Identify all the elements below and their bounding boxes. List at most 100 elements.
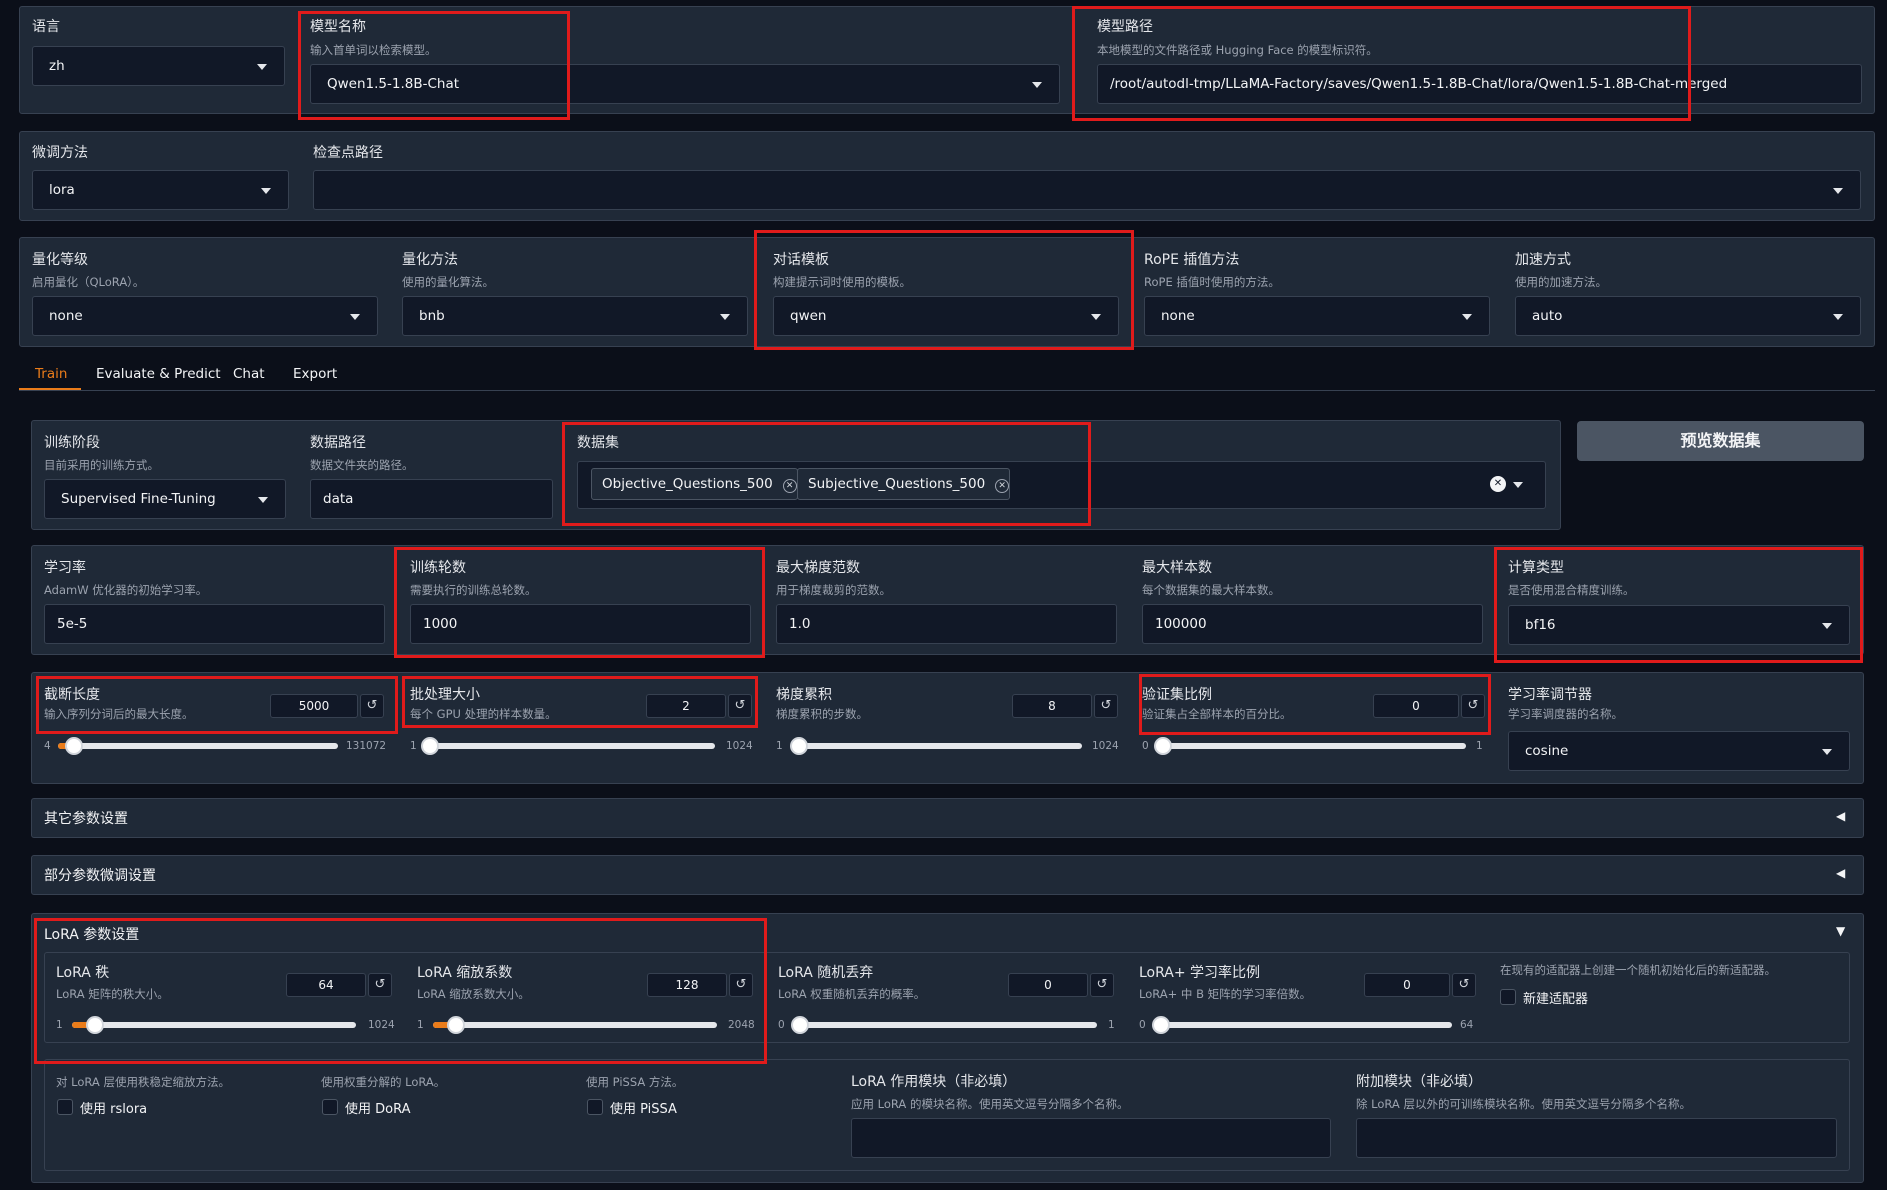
lora-rank-slider-thumb[interactable] [85,1016,104,1034]
val-size-slider[interactable] [1154,737,1466,755]
clear-all-icon[interactable]: ✕ [1490,476,1506,492]
batch-size-slider[interactable] [421,737,715,755]
lora-dropout-slider-thumb[interactable] [791,1016,809,1034]
preview-dataset-button[interactable]: 预览数据集 [1577,421,1864,461]
new-adapter-info: 在现有的适配器上创建一个随机初始化后的新适配器。 [1500,963,1776,977]
booster-dropdown[interactable]: auto [1515,296,1861,336]
val-size-min: 0 [1142,740,1149,752]
lora-dropout-slider[interactable] [791,1016,1097,1034]
lr-input[interactable]: 5e-5 [44,604,385,644]
reset-icon[interactable]: ↺ [1090,973,1114,997]
quant-bit-dropdown[interactable]: none [32,296,378,336]
collapse-arrow-icon[interactable]: ◀ [1836,866,1845,880]
quant-method-dropdown[interactable]: bnb [402,296,748,336]
lr-scheduler-value: cosine [1525,743,1569,759]
rope-dropdown[interactable]: none [1144,296,1490,336]
compute-type-dropdown[interactable]: bf16 [1508,605,1850,645]
lora-rank-slider[interactable] [72,1016,356,1034]
stage-dropdown[interactable]: Supervised Fine-Tuning [44,479,286,519]
loraplus-min: 0 [1139,1019,1146,1031]
epochs-input[interactable]: 1000 [410,604,751,644]
lang-dropdown[interactable]: zh [32,46,285,86]
collapse-arrow-icon[interactable]: ◀ [1836,809,1845,823]
lora-dropout-min: 0 [778,1019,785,1031]
dataset-chip[interactable]: Objective_Questions_500 ✕ [591,468,798,500]
reset-icon[interactable]: ↺ [729,973,753,997]
cutoff-len-min: 4 [44,740,51,752]
grad-accum-number[interactable]: 8 [1012,694,1092,718]
dataset-dir-input[interactable]: data [310,479,553,519]
tab-export[interactable]: Export [293,366,337,382]
loraplus-slider[interactable] [1152,1016,1452,1034]
lora-alpha-number[interactable]: 128 [647,973,727,997]
reset-icon[interactable]: ↺ [1452,973,1476,997]
lora-alpha-slider-thumb[interactable] [446,1016,465,1034]
cutoff-len-info: 输入序列分词后的最大长度。 [44,707,194,721]
lora-rank-max: 1024 [368,1019,395,1031]
batch-size-number[interactable]: 2 [646,694,726,718]
lora-dropout-number[interactable]: 0 [1008,973,1088,997]
dataset-dir-label: 数据路径 [310,435,366,451]
checkpoint-dropdown[interactable] [313,170,1861,210]
cutoff-len-slider-thumb[interactable] [64,737,83,755]
max-grad-norm-input[interactable]: 1.0 [776,604,1117,644]
lora-alpha-max: 2048 [728,1019,755,1031]
checkpoint-label: 检查点路径 [313,145,383,161]
additional-target-input[interactable] [1356,1118,1837,1158]
dora-checkbox[interactable] [322,1099,338,1115]
model-path-info: 本地模型的文件路径或 Hugging Face 的模型标识符。 [1097,43,1378,57]
rslora-checkbox[interactable] [57,1099,73,1115]
lora-alpha-info: LoRA 缩放系数大小。 [417,987,530,1001]
tab-chat[interactable]: Chat [233,366,265,382]
lang-value: zh [49,58,65,74]
model-path-input[interactable]: /root/autodl-tmp/LLaMA-Factory/saves/Qwe… [1097,64,1862,104]
epochs-label: 训练轮数 [410,560,466,576]
lora-target-label: LoRA 作用模块（非必填） [851,1074,1017,1090]
lora-target-input[interactable] [851,1118,1331,1158]
compute-type-label: 计算类型 [1508,560,1564,576]
dataset-chip[interactable]: Subjective_Questions_500 ✕ [797,468,1011,500]
template-dropdown[interactable]: qwen [773,296,1119,336]
lora-rank-number[interactable]: 64 [286,973,366,997]
max-samples-input[interactable]: 100000 [1142,604,1483,644]
close-icon[interactable]: ✕ [782,479,797,493]
reset-icon[interactable]: ↺ [1094,694,1118,718]
model-path-label: 模型路径 [1097,19,1153,35]
lr-scheduler-dropdown[interactable]: cosine [1508,731,1850,771]
model-name-dropdown[interactable]: Qwen1.5-1.8B-Chat [310,64,1060,104]
reset-icon[interactable]: ↺ [728,694,752,718]
finetune-dropdown[interactable]: lora [32,170,289,210]
new-adapter-checkbox[interactable] [1500,989,1516,1005]
additional-target-info: 除 LoRA 层以外的可训练模块名称。使用英文逗号分隔多个名称。 [1356,1097,1691,1111]
tab-evaluate[interactable]: Evaluate & Predict [96,366,221,382]
val-size-slider-thumb[interactable] [1154,737,1172,755]
rope-label: RoPE 插值方法 [1144,252,1240,268]
cutoff-len-slider[interactable] [58,737,338,755]
reset-icon[interactable]: ↺ [368,973,392,997]
loraplus-number[interactable]: 0 [1364,973,1450,997]
other-settings-accordion[interactable] [31,798,1864,838]
reset-icon[interactable]: ↺ [1461,694,1485,718]
template-value: qwen [790,308,827,324]
grad-accum-max: 1024 [1092,740,1119,752]
chevron-down-icon [1833,188,1843,194]
tab-train[interactable]: Train [35,366,67,382]
pissa-checkbox[interactable] [587,1099,603,1115]
freeze-settings-title: 部分参数微调设置 [44,868,156,884]
rope-info: RoPE 插值时使用的方法。 [1144,275,1280,289]
val-size-number[interactable]: 0 [1373,694,1459,718]
batch-size-max: 1024 [726,740,753,752]
chevron-down-icon [1822,623,1832,629]
expand-arrow-icon[interactable]: ▼ [1836,924,1845,938]
grad-accum-slider-thumb[interactable] [790,737,809,755]
close-icon[interactable]: ✕ [995,479,1010,493]
loraplus-slider-thumb[interactable] [1152,1016,1170,1034]
grad-accum-slider[interactable] [790,737,1082,755]
pissa-info: 使用 PiSSA 方法。 [586,1075,684,1089]
freeze-settings-accordion[interactable] [31,855,1864,895]
lora-alpha-slider[interactable] [433,1016,717,1034]
lora-rank-label: LoRA 秩 [56,965,110,981]
lora-dropout-info: LoRA 权重随机丢弃的概率。 [778,987,926,1001]
reset-icon[interactable]: ↺ [360,694,384,718]
cutoff-len-number[interactable]: 5000 [270,694,358,718]
